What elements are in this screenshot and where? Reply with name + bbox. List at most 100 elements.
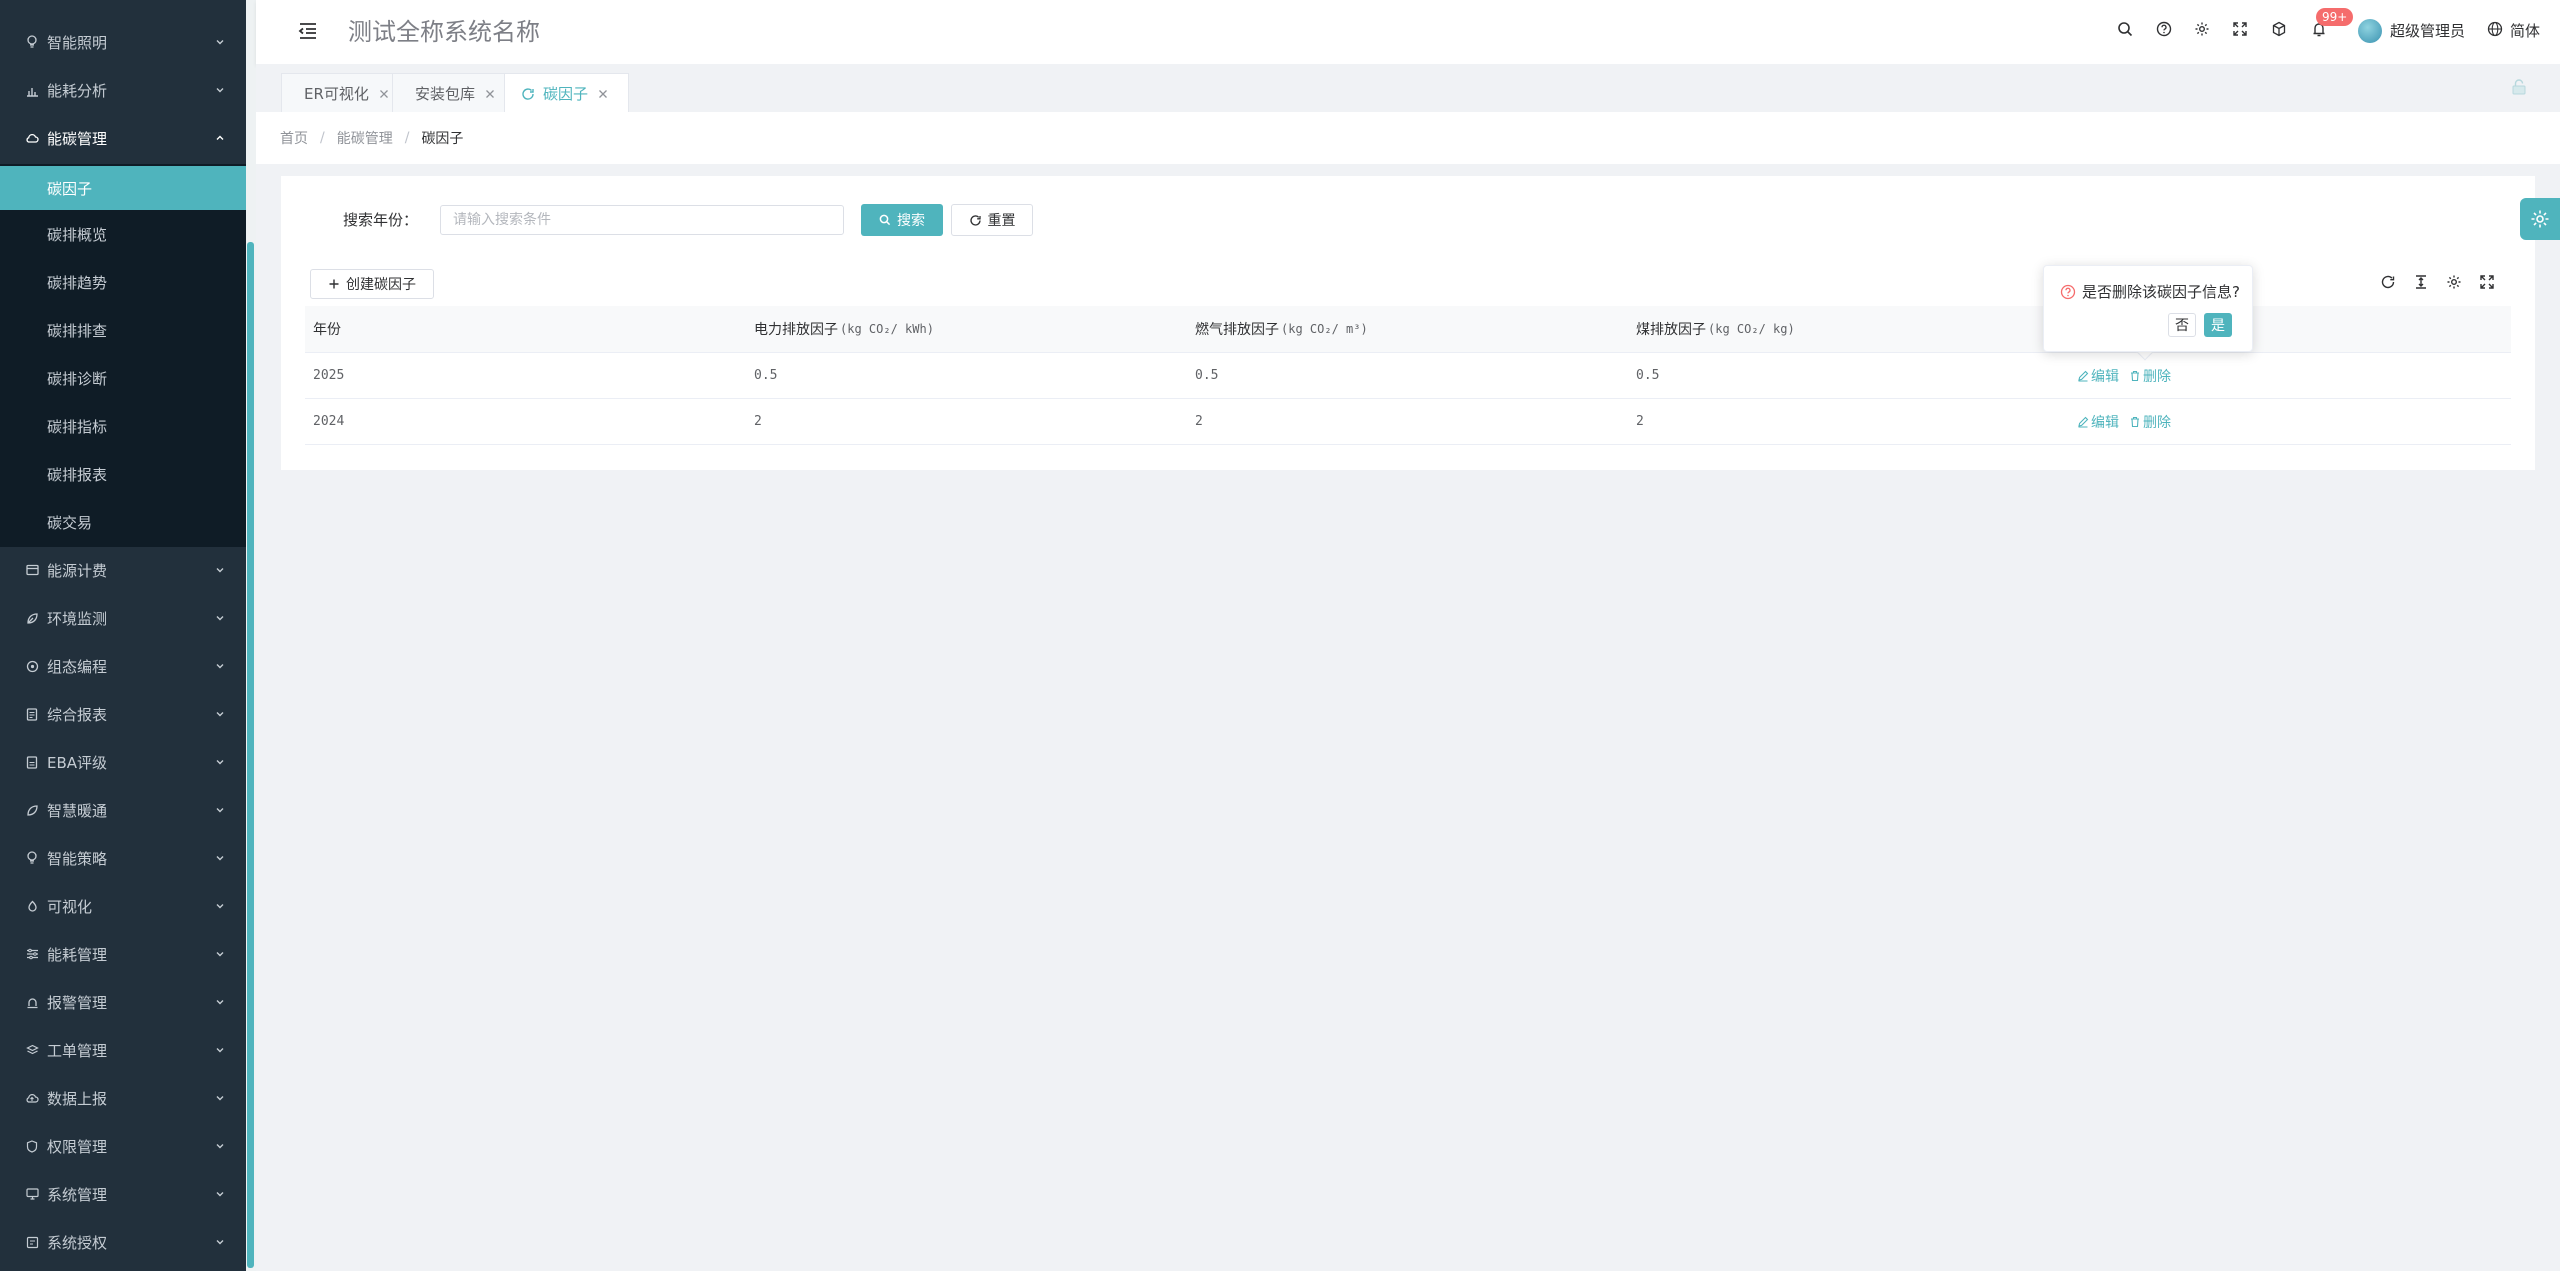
trash-icon — [2131, 370, 2139, 381]
breadcrumb-separator: / — [320, 130, 325, 146]
submenu-item-carbon-factor[interactable]: 碳因子 — [0, 166, 246, 210]
submenu-item-carbon-diagnosis[interactable]: 碳排诊断 — [0, 354, 246, 402]
cell-year: 2025 — [313, 368, 345, 383]
breadcrumb-carbon-management[interactable]: 能碳管理 — [337, 128, 393, 148]
submenu-item-carbon-overview[interactable]: 碳排概览 — [0, 210, 246, 258]
chevron-down-icon — [216, 712, 224, 717]
confirm-button[interactable]: 是 — [2204, 313, 2232, 337]
submenu-item-label: 碳排概览 — [47, 225, 108, 244]
sidebar-item-work-order-management[interactable]: 工单管理 — [0, 1026, 246, 1074]
fullscreen-icon[interactable] — [2477, 272, 2497, 292]
chevron-down-icon — [216, 616, 224, 621]
refresh-table-icon[interactable] — [2378, 272, 2398, 292]
sidebar-item-visualization[interactable]: 可视化 — [0, 882, 246, 930]
cancel-button[interactable]: 否 — [2168, 313, 2196, 337]
fullscreen-icon[interactable] — [2231, 20, 2249, 38]
close-icon[interactable] — [379, 89, 389, 99]
sidebar-item-smart-strategy[interactable]: 智能策略 — [0, 834, 246, 882]
setting-icon[interactable] — [2444, 272, 2464, 292]
sidebar-item-smart-lighting[interactable]: 智能照明 — [0, 18, 246, 66]
sidebar-item-eba-rating[interactable]: EBA评级 — [0, 738, 246, 786]
language-switch[interactable]: 简体 — [2510, 20, 2540, 41]
submenu-item-label: 碳因子 — [47, 179, 93, 198]
create-carbon-factor-button[interactable]: 创建碳因子 — [310, 269, 434, 299]
chevron-down-icon — [216, 1000, 224, 1005]
submenu-item-carbon-index[interactable]: 碳排指标 — [0, 402, 246, 450]
search-button[interactable]: 搜索 — [861, 204, 943, 236]
user-name[interactable]: 超级管理员 — [2390, 20, 2465, 41]
edit-button[interactable]: 编辑 — [2077, 366, 2119, 386]
menu-fold-icon[interactable] — [296, 19, 320, 43]
cell-electric-factor: 0.5 — [754, 368, 778, 383]
search-icon[interactable] — [2116, 20, 2134, 38]
sidebar-item-label: 综合报表 — [47, 705, 108, 724]
sidebar-item-energy-analysis[interactable]: 能耗分析 — [0, 66, 246, 114]
sidebar-item-energy-consumption-management[interactable]: 能耗管理 — [0, 930, 246, 978]
column-header-label: 煤排放因子 — [1636, 322, 1706, 338]
submenu-item-carbon-investigation[interactable]: 碳排排查 — [0, 306, 246, 354]
sidebar-item-environment-monitoring[interactable]: 环境监测 — [0, 594, 246, 642]
sidebar-item-data-upload[interactable]: 数据上报 — [0, 1074, 246, 1122]
column-header-label: 年份 — [313, 322, 341, 338]
sidebar-item-energy-billing[interactable]: 能源计费 — [0, 546, 246, 594]
sidebar-item-label: 系统管理 — [47, 1185, 108, 1204]
monitor-icon — [25, 1187, 39, 1201]
breadcrumb-home[interactable]: 首页 — [280, 128, 308, 148]
sidebar-item-label: 工单管理 — [47, 1041, 108, 1060]
submenu-item-carbon-trading[interactable]: 碳交易 — [0, 498, 246, 546]
sidebar-scrollbar[interactable] — [247, 242, 254, 1268]
sidebar-item-alarm-management[interactable]: 报警管理 — [0, 978, 246, 1026]
edit-button[interactable]: 编辑 — [2077, 412, 2119, 432]
rating-icon — [25, 755, 39, 769]
help-icon[interactable] — [2155, 20, 2173, 38]
sidebar-item-comprehensive-report[interactable]: 综合报表 — [0, 690, 246, 738]
column-header-unit: (kg CO₂/ kWh) — [840, 322, 934, 336]
cell-gas-factor: 0.5 — [1195, 368, 1219, 383]
sidebar-item-carbon-management[interactable]: 能碳管理 — [0, 114, 246, 162]
column-header-coal: 煤排放因子 (kg CO₂/ kg) — [1636, 306, 1795, 352]
tab-carbon-factor[interactable]: 碳因子 — [504, 73, 630, 113]
chevron-down-icon — [216, 88, 224, 93]
submenu-item-label: 碳排指标 — [47, 417, 108, 436]
close-icon[interactable] — [485, 89, 495, 99]
create-button-label: 创建碳因子 — [346, 277, 416, 293]
plus-icon — [329, 279, 339, 289]
column-height-icon[interactable] — [2411, 272, 2431, 292]
sidebar-item-system-management[interactable]: 系统管理 — [0, 1170, 246, 1218]
submenu-item-label: 碳排趋势 — [47, 273, 108, 292]
sidebar-item-permission-management[interactable]: 权限管理 — [0, 1122, 246, 1170]
breadcrumb: 首页 / 能碳管理 / 碳因子 — [256, 112, 2560, 164]
chart-icon — [25, 83, 39, 97]
sidebar-item-system-license[interactable]: 系统授权 — [0, 1218, 246, 1266]
delete-button[interactable]: 删除 — [2129, 366, 2171, 386]
sidebar-item-label: 智慧暖通 — [47, 801, 108, 820]
reset-button-label: 重置 — [987, 213, 1016, 229]
theme-settings-button[interactable] — [2520, 198, 2560, 240]
globe-icon[interactable] — [2486, 20, 2504, 38]
sidebar-item-label: EBA评级 — [47, 753, 108, 772]
lock-icon[interactable] — [2510, 78, 2528, 96]
tab-install-package-library[interactable]: 安装包库 — [392, 73, 517, 113]
tab-er-visualization[interactable]: ER可视化 — [281, 73, 410, 113]
close-icon[interactable] — [598, 89, 608, 99]
sidebar-item-config-programming[interactable]: 组态编程 — [0, 642, 246, 690]
trash-icon — [2131, 416, 2139, 427]
table-row: 2025 0.5 0.5 0.5 编辑 删除 — [305, 353, 2511, 399]
box-icon[interactable] — [2270, 20, 2288, 38]
gear-icon[interactable] — [2193, 20, 2211, 38]
column-header-unit: (kg CO₂/ m³) — [1281, 322, 1368, 336]
delete-label: 删除 — [2143, 414, 2171, 431]
avatar[interactable] — [2358, 19, 2382, 43]
sidebar-item-smart-hvac[interactable]: 智慧暖通 — [0, 786, 246, 834]
sidebar-item-label: 能碳管理 — [47, 129, 108, 148]
delete-button[interactable]: 删除 — [2129, 412, 2171, 432]
top-header: 测试全称系统名称 99+ 超级管理员 简体 — [256, 0, 2560, 64]
refresh-icon[interactable] — [521, 87, 535, 101]
search-input[interactable] — [440, 205, 844, 235]
shield-icon — [25, 1139, 39, 1153]
chevron-down-icon — [216, 568, 224, 573]
reset-button[interactable]: 重置 — [951, 204, 1033, 236]
submenu-item-carbon-trend[interactable]: 碳排趋势 — [0, 258, 246, 306]
notification-badge: 99+ — [2316, 8, 2354, 26]
submenu-item-carbon-report[interactable]: 碳排报表 — [0, 450, 246, 498]
